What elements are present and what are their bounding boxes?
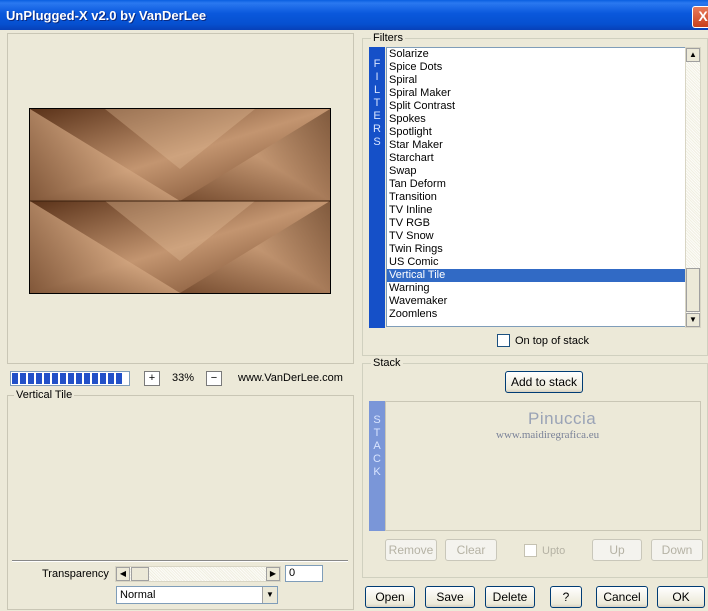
filter-item[interactable]: Spice Dots [387,61,685,74]
filter-list-scrollbar[interactable]: ▲ ▼ [685,47,701,328]
filter-item[interactable]: Warning [387,282,685,295]
clear-button[interactable]: Clear [445,539,497,561]
filter-list[interactable]: Solarize Spice Dots Spiral Spiral Maker Spli… [386,47,686,327]
blend-mode-value: Normal [120,589,156,601]
parameters-legend: Vertical Tile [14,389,75,401]
tag-letter: S [373,136,381,148]
filter-item[interactable]: Star Maker [387,139,685,152]
tag-letter: K [373,466,381,478]
delete-button[interactable]: Delete [485,586,535,608]
filters-tag-letters: FILTERS [369,58,385,149]
filter-item[interactable]: Starchart [387,152,685,165]
filter-item[interactable]: Spiral [387,74,685,87]
transparency-label: Transparency [42,568,109,580]
add-to-stack-button[interactable]: Add to stack [505,371,583,393]
transparency-slider[interactable]: ◀ ▶ [115,566,281,582]
close-button[interactable]: X [692,6,708,28]
watermark-url: www.maidiregrafica.eu [496,429,600,441]
scroll-down-icon[interactable]: ▼ [686,313,700,327]
render-progress-bar [10,371,130,386]
filter-item[interactable]: Spiral Maker [387,87,685,100]
parameters-divider [12,560,348,562]
down-button[interactable]: Down [651,539,703,561]
filter-item[interactable]: Spokes [387,113,685,126]
tag-letter: I [375,71,379,83]
blend-mode-select[interactable]: Normal ▼ [116,586,278,604]
filter-item[interactable]: Solarize [387,48,685,61]
open-button[interactable]: Open [365,586,415,608]
filter-item[interactable]: Transition [387,191,685,204]
help-button[interactable]: ? [550,586,582,608]
stack-legend: Stack [371,357,403,369]
filter-item[interactable]: Spotlight [387,126,685,139]
zoom-out-button[interactable]: − [206,371,222,386]
preview-tile-art [30,109,330,293]
title-bar: UnPlugged-X v2.0 by VanDerLee [0,0,708,30]
transparency-input[interactable]: 0 [285,565,323,582]
save-button[interactable]: Save [425,586,475,608]
stack-tag-letters: STACK [369,414,385,479]
tag-letter: T [373,97,381,109]
scroll-up-icon[interactable]: ▲ [686,48,700,62]
on-top-label: On top of stack [515,335,589,347]
up-button[interactable]: Up [592,539,642,561]
filter-item[interactable]: TV Snow [387,230,685,243]
cancel-button[interactable]: Cancel [596,586,648,608]
filter-item[interactable]: Split Contrast [387,100,685,113]
upto-checkbox[interactable] [524,544,537,557]
tag-letter: R [373,123,381,135]
filter-item[interactable]: Tan Deform [387,178,685,191]
slider-thumb[interactable] [131,567,149,581]
filter-item[interactable]: TV RGB [387,217,685,230]
filter-item[interactable]: Vertical Tile [387,269,685,282]
slider-right-icon[interactable]: ▶ [266,567,280,581]
filters-legend: Filters [371,32,405,44]
preview-image [29,108,331,294]
filter-item[interactable]: Wavemaker [387,295,685,308]
tag-letter: F [373,58,381,70]
zoom-value: 33% [172,372,195,384]
filter-item[interactable]: Zoomlens [387,308,685,321]
tag-letter: T [373,427,381,439]
on-top-checkbox[interactable] [497,334,510,347]
filter-item[interactable]: Swap [387,165,685,178]
zoom-in-button[interactable]: + [144,371,160,386]
website-link[interactable]: www.VanDerLee.com [238,372,343,384]
filter-item[interactable]: Twin Rings [387,243,685,256]
filter-item[interactable]: TV Inline [387,204,685,217]
upto-label: Upto [542,545,566,557]
chevron-down-icon[interactable]: ▼ [262,587,277,603]
remove-button[interactable]: Remove [385,539,437,561]
tag-letter: C [373,453,381,465]
slider-left-icon[interactable]: ◀ [116,567,130,581]
ok-button[interactable]: OK [657,586,705,608]
tag-letter: E [373,110,381,122]
tag-letter: S [373,414,381,426]
tag-letter: L [373,84,381,96]
scroll-thumb[interactable] [686,268,700,312]
tag-letter: A [373,440,381,452]
watermark-title: Pinuccia [528,409,597,428]
filter-item[interactable]: US Comic [387,256,685,269]
window-title: UnPlugged-X v2.0 by VanDerLee [6,8,207,23]
